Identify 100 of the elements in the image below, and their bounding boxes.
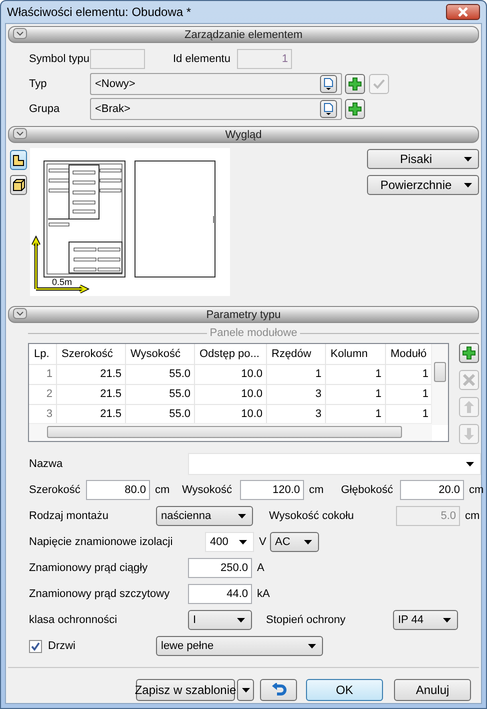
field-label: Rodzaj montażu — [29, 510, 110, 522]
checkbox-label[interactable]: Drzwi — [48, 640, 156, 652]
section-header[interactable]: Parametry typu — [8, 306, 479, 323]
field-label: Grupa — [29, 103, 61, 115]
field-label: Szerokość — [29, 484, 82, 496]
cube-icon — [12, 179, 24, 191]
column-header[interactable]: Lp. — [29, 344, 56, 364]
floor-plan-icon — [13, 154, 24, 166]
section-title: Zarządzanie elementem — [184, 28, 302, 40]
table-cell: 55.0 — [125, 364, 194, 384]
browse-button[interactable] — [320, 100, 337, 118]
dropdown-arrow-icon — [304, 540, 312, 544]
table-cell: 55.0 — [125, 384, 194, 404]
unit-label: cm — [155, 484, 171, 496]
plus-icon — [461, 345, 477, 361]
add-button[interactable] — [345, 99, 365, 119]
collapse-icon[interactable] — [13, 28, 27, 39]
column-header[interactable]: Modułó — [385, 344, 432, 364]
unit-label: A — [257, 562, 264, 574]
arrow-up-icon — [464, 401, 474, 413]
dropdown-arrow-icon — [239, 540, 247, 544]
dropdown[interactable]: IP 44 — [393, 610, 458, 630]
delete-icon — [462, 373, 476, 387]
dropdown[interactable]: AC — [270, 532, 319, 552]
dropdown[interactable]: naścienna — [156, 506, 253, 526]
section-title: Parametry typu — [206, 308, 281, 320]
table-cell: 21.5 — [56, 384, 125, 404]
dropdown-button[interactable] — [237, 679, 254, 701]
collapse-icon[interactable] — [13, 128, 27, 139]
window-title: Właściwości elementu: Obudowa * — [7, 5, 192, 19]
column-header[interactable]: Wysokość — [125, 344, 194, 364]
unit-label: kA — [257, 588, 270, 600]
close-button[interactable] — [446, 4, 480, 20]
table-cell: 10.0 — [194, 384, 266, 404]
collapse-icon[interactable] — [13, 308, 27, 319]
field-label: Id elementu — [173, 53, 232, 65]
save-template-button[interactable]: Zapisz w szablonie — [136, 679, 235, 701]
undo-button[interactable] — [260, 679, 297, 701]
plus-icon — [347, 76, 363, 92]
scale-label: 0.5m — [52, 277, 72, 287]
dropdown[interactable]: I — [188, 610, 252, 630]
dropdown-arrow-icon — [464, 182, 472, 188]
column-header[interactable]: Kolumn — [325, 344, 385, 364]
unit-label: cm — [465, 510, 480, 522]
unit-label: V — [259, 536, 268, 548]
table-action-button[interactable] — [459, 343, 479, 363]
column-header[interactable]: Szerokość — [56, 344, 125, 364]
field-label: Znamionowy prąd ciągły — [29, 562, 149, 574]
dropdown-arrow-icon — [242, 688, 250, 692]
field-label: Symbol typu — [29, 53, 90, 65]
field-label: Napięcie znamionowe izolacji — [29, 536, 174, 548]
number-field[interactable]: 20.0 — [400, 480, 464, 500]
checkmark-icon — [373, 79, 385, 89]
checkbox[interactable] — [29, 640, 42, 652]
ok-button[interactable]: OK — [306, 679, 383, 701]
unit-label: cm — [469, 484, 484, 496]
field-label: Znamionowy prąd szczytowy — [29, 588, 171, 600]
number-field[interactable]: 80.0 — [86, 480, 150, 500]
type-field[interactable]: <Nowy> — [90, 73, 342, 95]
menu-button[interactable]: Pisaki — [367, 149, 479, 169]
axes-icon — [31, 235, 90, 294]
add-button[interactable] — [345, 74, 365, 94]
dropdown[interactable]: 400 — [205, 532, 254, 552]
arrow-down-icon — [464, 428, 474, 440]
field-label: Wysokość cokołu — [269, 510, 355, 522]
table-cell: 1 — [266, 364, 325, 384]
section-header[interactable]: Wygląd — [8, 126, 479, 143]
field-label: Głębokość — [341, 484, 394, 496]
dropdown[interactable]: lewe pełne — [156, 636, 323, 656]
dropdown-arrow-icon — [466, 462, 474, 466]
dropdown-arrow-icon — [308, 644, 316, 648]
number-field[interactable]: 250.0 — [188, 558, 252, 578]
column-header[interactable]: Rzędów — [266, 344, 325, 364]
field-label: Typ — [29, 78, 48, 90]
table-cell: 1 — [325, 364, 385, 384]
number-field[interactable]: 44.0 — [188, 584, 252, 604]
table-cell: 21.5 — [56, 364, 125, 384]
vertical-scrollbar[interactable] — [431, 344, 448, 425]
field-label: klasa ochronności — [29, 614, 118, 626]
dropdown-arrow-icon — [238, 514, 246, 518]
section-header[interactable]: Zarządzanie elementem — [8, 26, 479, 43]
checkmark-icon — [31, 642, 40, 650]
plus-icon — [347, 101, 363, 117]
dropdown-arrow-icon — [237, 618, 245, 622]
table-cell: 1 — [325, 384, 385, 404]
group-field[interactable]: <Brak> — [90, 98, 342, 120]
browse-button[interactable] — [320, 75, 337, 93]
number-field[interactable]: 120.0 — [240, 480, 304, 500]
group-title: Panele modułowe — [210, 327, 298, 339]
field-label: Nazwa — [29, 458, 64, 470]
view-toggle[interactable] — [10, 175, 27, 195]
table-cell: 10.0 — [194, 364, 266, 384]
cancel-button[interactable]: Anuluj — [394, 679, 471, 701]
unit-label: cm — [309, 484, 325, 496]
horizontal-scrollbar[interactable] — [29, 423, 432, 441]
close-icon — [457, 7, 469, 17]
view-toggle[interactable] — [10, 150, 27, 170]
column-header[interactable]: Odstęp po... — [194, 344, 266, 364]
menu-button[interactable]: Powierzchnie — [367, 175, 479, 195]
table-cell: 2 — [29, 384, 56, 404]
